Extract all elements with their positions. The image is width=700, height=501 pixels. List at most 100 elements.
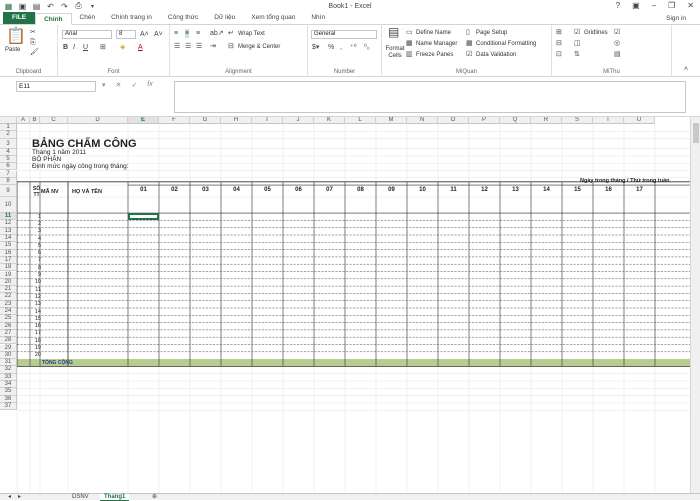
currency-icon[interactable]: $▾ <box>312 43 319 52</box>
cut-icon[interactable]: ✂ <box>30 28 36 37</box>
align-bottom-icon[interactable]: ≡ <box>196 29 200 38</box>
comma-icon[interactable]: , <box>340 43 342 52</box>
print-preview-icon[interactable]: ⎙ <box>74 1 83 11</box>
row-header[interactable]: 14 <box>0 235 17 243</box>
page-setup-icon[interactable]: ▯ <box>466 28 470 37</box>
number-format-select[interactable]: General <box>311 30 377 39</box>
shrink-font-icon[interactable]: A˅ <box>154 30 163 39</box>
restore-icon[interactable]: ❐ <box>668 1 675 10</box>
row-header[interactable]: 17 <box>0 256 17 265</box>
selected-cell[interactable] <box>128 213 159 221</box>
define-name-button[interactable]: Define Name <box>416 30 451 36</box>
tab-data[interactable]: Dữ liệu <box>206 12 243 24</box>
column-header[interactable]: F <box>159 117 190 124</box>
cancel-icon[interactable]: ✕ <box>116 81 122 89</box>
row-header[interactable]: 8 <box>0 177 17 186</box>
column-header[interactable]: I <box>252 117 283 124</box>
column-header[interactable]: O <box>438 117 469 124</box>
column-header[interactable]: A <box>17 117 30 124</box>
freeze-panes-icon[interactable]: ▥ <box>406 50 413 59</box>
save-icon[interactable]: ▣ <box>18 2 27 11</box>
format-cells-icon[interactable]: ▤ <box>388 26 399 38</box>
row-header[interactable]: 15 <box>0 242 17 250</box>
row-header[interactable]: 23 <box>0 300 17 308</box>
row-header[interactable]: 5 <box>0 155 17 164</box>
row-header[interactable]: 33 <box>0 373 17 381</box>
delete-icon[interactable]: ⊟ <box>556 39 562 48</box>
merge-icon[interactable]: ⊟ <box>228 42 234 51</box>
tab-page-layout[interactable]: Chính trang in <box>103 12 160 24</box>
row-header[interactable]: 37 <box>0 402 17 411</box>
table-icon[interactable]: ▤ <box>614 50 621 59</box>
row-header[interactable]: 3 <box>0 138 17 149</box>
column-header[interactable]: T <box>593 117 624 124</box>
row-header[interactable]: 26 <box>0 322 17 330</box>
align-right-icon[interactable]: ☰ <box>196 42 202 51</box>
indent-icon[interactable]: ⇥ <box>210 42 216 51</box>
gridlines-view-checkbox[interactable]: ☑ <box>574 28 580 37</box>
ribbon-display-icon[interactable]: ▣ <box>632 1 640 10</box>
column-header[interactable]: D <box>68 117 128 124</box>
row-header[interactable]: 6 <box>0 163 17 171</box>
decrease-decimal-icon[interactable]: ⁰₀ <box>364 43 370 52</box>
paste-icon[interactable]: 📋 <box>6 28 26 46</box>
tab-view[interactable]: Nhìn <box>303 12 333 24</box>
row-header[interactable]: 28 <box>0 337 17 345</box>
save-as-icon[interactable]: ▤ <box>32 2 41 11</box>
row-header[interactable]: 32 <box>0 366 17 374</box>
name-manager-icon[interactable]: ▦ <box>406 39 413 48</box>
insert-icon[interactable]: ⊞ <box>556 28 562 37</box>
tab-formulas[interactable]: Công thức <box>160 12 206 24</box>
align-left-icon[interactable]: ☰ <box>174 42 180 51</box>
underline-icon[interactable]: U <box>83 43 88 52</box>
vertical-scrollbar[interactable] <box>690 117 700 493</box>
define-name-icon[interactable]: ▭ <box>406 28 413 37</box>
align-center-icon[interactable]: ☰ <box>185 42 191 51</box>
align-middle-icon[interactable]: ≡ <box>185 29 190 38</box>
row-header[interactable]: 9 <box>0 185 17 198</box>
insert-function-icon[interactable]: fx <box>147 81 152 89</box>
tab-review[interactable]: Xem tổng quan <box>243 12 303 24</box>
freeze-panes-button[interactable]: Freeze Panes <box>416 52 453 58</box>
wrap-text-icon[interactable]: ↵ <box>228 29 234 38</box>
gridlines-print-checkbox[interactable]: ☑ <box>614 28 620 37</box>
fill-color-icon[interactable]: ◈ <box>120 43 125 52</box>
row-header[interactable]: 21 <box>0 286 17 294</box>
column-header[interactable]: H <box>221 117 252 124</box>
column-header[interactable]: M <box>376 117 407 124</box>
undo-icon[interactable]: ↶ <box>46 2 55 11</box>
column-header[interactable]: C <box>40 117 68 124</box>
row-header[interactable]: 11 <box>0 213 17 221</box>
row-header[interactable]: 35 <box>0 388 17 396</box>
name-box[interactable]: E11 <box>16 81 96 92</box>
row-header[interactable]: 1 <box>0 124 17 132</box>
row-header[interactable]: 24 <box>0 308 17 316</box>
font-size-select[interactable]: 8 <box>116 30 136 39</box>
increase-decimal-icon[interactable]: ⁺⁰ <box>350 43 357 52</box>
row-header[interactable]: 10 <box>0 197 17 214</box>
row-header[interactable]: 27 <box>0 329 17 338</box>
row-header[interactable]: 34 <box>0 381 17 389</box>
format-cells-button[interactable]: Format Cells <box>384 46 406 60</box>
column-header[interactable]: Q <box>500 117 531 124</box>
row-header[interactable]: 2 <box>0 131 17 139</box>
help-icon[interactable]: ? <box>616 1 620 10</box>
row-header[interactable]: 13 <box>0 227 17 235</box>
data-validation-icon[interactable]: ☑ <box>466 50 472 59</box>
copy-icon[interactable]: ⎘ <box>30 38 36 47</box>
column-header[interactable]: L <box>345 117 376 124</box>
wrap-text-button[interactable]: Wrap Text <box>238 31 265 37</box>
row-header[interactable]: 20 <box>0 278 17 287</box>
column-header[interactable]: R <box>531 117 562 124</box>
name-manager-button[interactable]: Name Manager <box>416 41 457 47</box>
tab-insert[interactable]: Chèn <box>72 12 104 24</box>
row-header[interactable]: 4 <box>0 148 17 156</box>
column-header[interactable]: N <box>407 117 438 124</box>
namebox-dropdown-icon[interactable]: ▾ <box>102 81 106 89</box>
format-painter-icon[interactable]: 🖌 <box>30 48 39 57</box>
scroll-thumb[interactable] <box>693 123 699 143</box>
spreadsheet-grid[interactable]: A B C D E F G H I J K L M N O P Q R S T U 1 2 3 4 5 6 7 8 9 10 11 12 13 14… <box>0 117 690 493</box>
tab-home[interactable]: Chính <box>35 13 72 25</box>
tab-file[interactable]: FILE <box>3 12 36 24</box>
customize-dropdown-icon[interactable]: ▾ <box>88 2 97 11</box>
